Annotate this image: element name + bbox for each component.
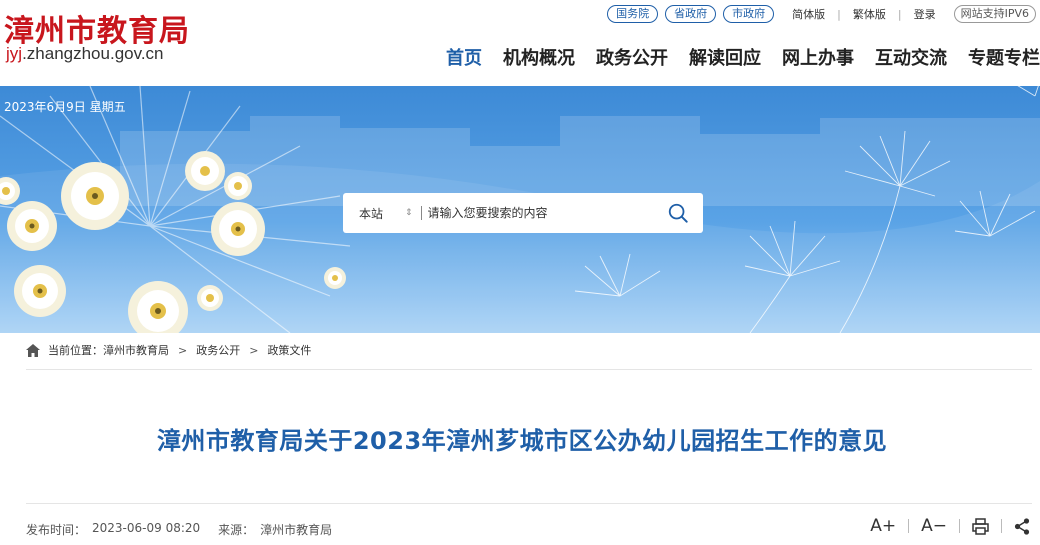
- breadcrumb: 当前位置： 漳州市教育局 > 政务公开 > 政策文件: [26, 342, 311, 358]
- article-tools: A+ A−: [858, 516, 1030, 536]
- banner: 2023年6月9日 星期五 本站 ⇕: [0, 86, 1040, 333]
- divider: [1001, 519, 1002, 533]
- simplified-link[interactable]: 简体版: [792, 6, 825, 22]
- site-header: 漳州市教育局 jyj.zhangzhou.gov.cn 国务院 省政府 市政府 …: [0, 0, 1040, 86]
- breadcrumb-separator: >: [178, 343, 188, 357]
- publish-label: 发布时间：: [26, 523, 87, 537]
- search-box: 本站 ⇕: [343, 193, 703, 233]
- province-gov-link[interactable]: 省政府: [665, 5, 717, 23]
- breadcrumb-item-policy[interactable]: 政策文件: [267, 342, 311, 358]
- breadcrumb-item-bureau[interactable]: 漳州市教育局: [103, 342, 169, 358]
- nav-online-services[interactable]: 网上办事: [782, 44, 854, 70]
- search-icon[interactable]: [667, 202, 689, 224]
- source-value: 漳州市教育局: [260, 523, 333, 537]
- article-meta: 发布时间： 2023-06-09 08:20 来源： 漳州市教育局: [26, 521, 338, 538]
- divider: [908, 519, 910, 533]
- traditional-link[interactable]: 繁体版: [853, 6, 886, 22]
- breadcrumb-separator: >: [249, 343, 259, 357]
- source-label: 来源：: [218, 523, 255, 537]
- updown-arrow-icon[interactable]: ⇕: [405, 208, 413, 218]
- breadcrumb-item-gov-affairs[interactable]: 政务公开: [196, 342, 240, 358]
- top-links: 国务院 省政府 市政府 简体版 | 繁体版 | 登录 网站支持IPV6: [600, 5, 1036, 23]
- domain-prefix: jyj: [6, 44, 23, 63]
- state-council-link[interactable]: 国务院: [607, 5, 659, 23]
- article-title: 漳州市教育局关于2023年漳州芗城市区公办幼儿园招生工作的意见: [156, 427, 888, 455]
- share-icon[interactable]: [1014, 517, 1030, 535]
- font-increase-button[interactable]: A+: [870, 516, 896, 536]
- divider: |: [897, 7, 902, 21]
- search-scope-label: 本站: [359, 206, 384, 221]
- nav-gov-affairs[interactable]: 政务公开: [596, 44, 668, 70]
- breadcrumb-prefix: 当前位置：: [48, 344, 103, 357]
- main-nav: 首页 机构概况 政务公开 解读回应 网上办事 互动交流 专题专栏: [425, 44, 1040, 70]
- divider: [26, 369, 1032, 370]
- font-decrease-button[interactable]: A−: [921, 516, 947, 536]
- nav-home[interactable]: 首页: [446, 44, 482, 70]
- divider: [26, 503, 1032, 504]
- nav-interpretation[interactable]: 解读回应: [689, 44, 761, 70]
- site-domain: jyj.zhangzhou.gov.cn: [6, 44, 164, 64]
- login-link[interactable]: 登录: [914, 6, 936, 22]
- domain-rest: .zhangzhou.gov.cn: [22, 44, 164, 63]
- ipv6-badge: 网站支持IPV6: [953, 5, 1036, 23]
- divider: [420, 206, 422, 220]
- publish-time: 2023-06-09 08:20: [92, 521, 201, 535]
- city-gov-link[interactable]: 市政府: [723, 5, 775, 23]
- nav-special-topics[interactable]: 专题专栏: [968, 44, 1040, 70]
- current-date: 2023年6月9日 星期五: [4, 100, 126, 114]
- search-input[interactable]: [427, 206, 653, 220]
- print-icon[interactable]: [972, 517, 989, 535]
- divider: |: [837, 7, 841, 21]
- search-scope-select[interactable]: 本站: [343, 205, 403, 222]
- nav-interaction[interactable]: 互动交流: [875, 44, 947, 70]
- article-container: 当前位置： 漳州市教育局 > 政务公开 > 政策文件 漳州市教育局关于2023年…: [4, 333, 1040, 545]
- divider: [959, 519, 960, 533]
- nav-organization[interactable]: 机构概况: [503, 44, 575, 70]
- home-icon: [26, 343, 40, 357]
